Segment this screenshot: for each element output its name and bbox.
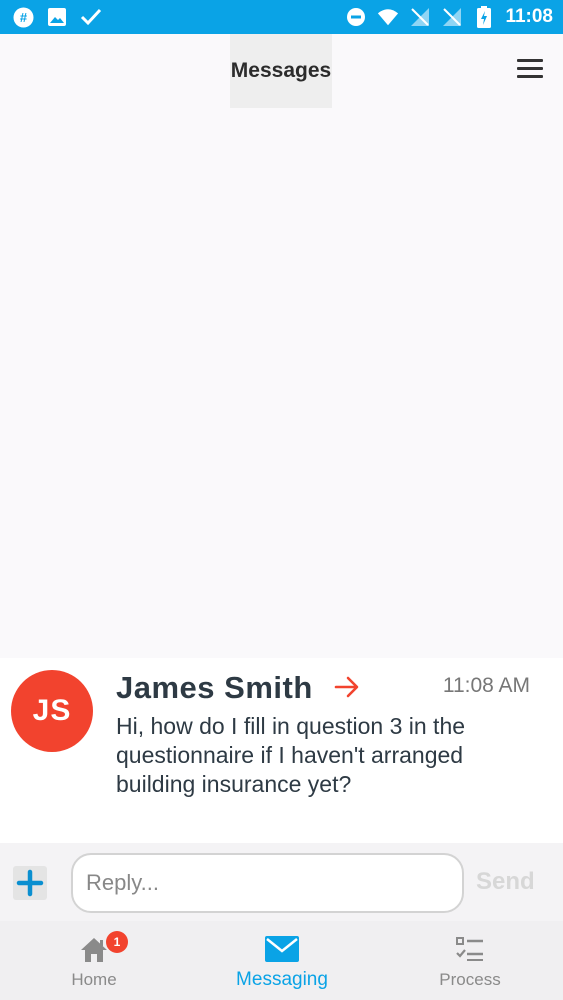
hamburger-line — [517, 67, 543, 70]
status-time: 11:08 — [505, 6, 553, 27]
message-time: 11:08 AM — [442, 674, 530, 697]
send-button[interactable]: Send — [476, 868, 535, 896]
svg-text:#: # — [19, 10, 27, 25]
plus-icon — [16, 869, 44, 897]
avatar: JS — [11, 670, 93, 752]
avatar-initials: JS — [32, 694, 72, 727]
message-body: Hi, how do I fill in question 3 in the q… — [116, 713, 466, 797]
check-icon — [80, 6, 102, 28]
image-icon — [46, 6, 68, 28]
page-title-wrap: Messages — [230, 34, 332, 108]
do-not-disturb-icon — [345, 6, 367, 28]
bottom-nav: 1 Home Messaging Process — [0, 921, 563, 1000]
nav-item-process[interactable]: Process — [376, 921, 563, 1000]
home-icon — [79, 936, 109, 969]
checklist-icon — [456, 936, 484, 967]
nav-label-messaging: Messaging — [236, 969, 328, 990]
app-header: Messages — [0, 34, 563, 108]
page-title: Messages — [230, 59, 332, 82]
slack-icon: # — [12, 6, 34, 28]
reply-input[interactable] — [71, 853, 464, 913]
arrow-right-icon — [333, 673, 361, 701]
status-bar: # 11:08 — [0, 0, 563, 34]
menu-button[interactable] — [517, 59, 543, 81]
nav-label-home: Home — [71, 970, 117, 989]
notification-badge: 1 — [106, 931, 128, 953]
nav-label-process: Process — [439, 970, 501, 989]
mail-icon — [265, 936, 299, 967]
battery-charging-icon — [473, 6, 495, 28]
no-signal-icon — [441, 6, 463, 28]
hamburger-line — [517, 75, 543, 78]
sender-name: James Smith — [116, 670, 313, 705]
message-list[interactable] — [0, 108, 563, 658]
nav-item-messaging[interactable]: Messaging — [188, 921, 376, 1000]
no-signal-icon — [409, 6, 431, 28]
wifi-icon — [377, 6, 399, 28]
nav-item-home[interactable]: 1 Home — [0, 921, 188, 1000]
add-attachment-button[interactable] — [13, 866, 47, 900]
hamburger-icon — [517, 59, 543, 62]
